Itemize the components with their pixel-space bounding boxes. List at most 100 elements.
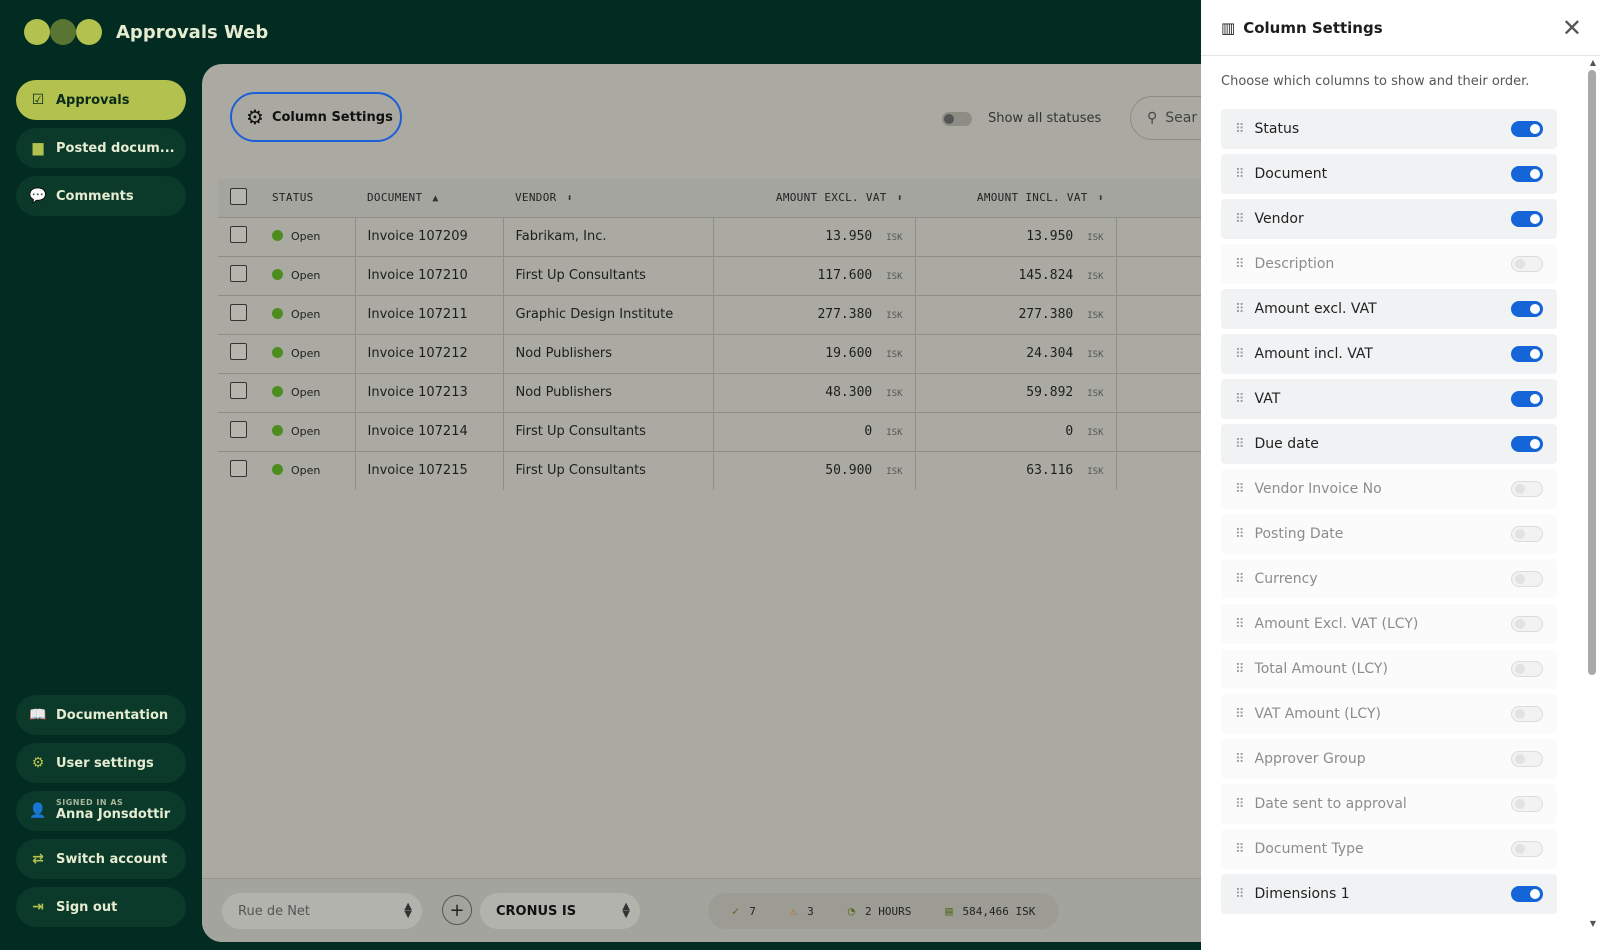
column-setting-row[interactable]: ⠿ Currency: [1221, 559, 1557, 599]
column-setting-row[interactable]: ⠿ Document Type: [1221, 829, 1557, 869]
column-visibility-toggle[interactable]: [1511, 571, 1543, 587]
drag-handle-icon[interactable]: ⠿: [1235, 662, 1244, 677]
scroll-up-icon[interactable]: ▲: [1590, 58, 1596, 67]
document-cell[interactable]: Invoice 107214: [354, 411, 503, 451]
column-visibility-toggle[interactable]: [1511, 751, 1543, 767]
row-checkbox[interactable]: [230, 382, 247, 399]
column-setting-row[interactable]: ⠿ Posting Date: [1221, 514, 1557, 554]
column-visibility-toggle[interactable]: [1511, 661, 1543, 677]
column-visibility-toggle[interactable]: [1511, 841, 1543, 857]
column-visibility-toggle[interactable]: [1511, 706, 1543, 722]
scrollbar[interactable]: [1588, 70, 1596, 675]
drag-handle-icon[interactable]: ⠿: [1235, 527, 1244, 542]
drag-handle-icon[interactable]: ⠿: [1235, 482, 1244, 497]
column-visibility-toggle[interactable]: [1511, 256, 1543, 272]
table-row[interactable]: Open Invoice 107209 Fabrikam, Inc. 13.950 IS…: [218, 216, 1258, 256]
table-row[interactable]: Open Invoice 107210 First Up Consultants 11…: [218, 255, 1258, 295]
row-checkbox[interactable]: [230, 265, 247, 282]
sidebar-item-sign-out[interactable]: ⇥ Sign out: [16, 887, 186, 927]
sidebar-item-switch-account[interactable]: ⇄ Switch account: [16, 839, 186, 879]
row-checkbox[interactable]: [230, 460, 247, 478]
column-visibility-toggle[interactable]: [1511, 886, 1543, 902]
document-cell[interactable]: Invoice 107211: [354, 294, 503, 334]
document-cell[interactable]: Invoice 107215: [354, 450, 503, 490]
column-setting-row[interactable]: ⠿ Amount Excl. VAT (LCY): [1221, 604, 1557, 644]
show-all-statuses-toggle[interactable]: Show all statuses: [942, 111, 1101, 126]
company-select[interactable]: CRONUS IS ▲ ▼: [480, 893, 640, 929]
drag-handle-icon[interactable]: ⠿: [1235, 257, 1244, 272]
column-setting-row[interactable]: ⠿ Amount excl. VAT: [1221, 289, 1557, 329]
column-visibility-toggle[interactable]: [1511, 121, 1543, 137]
sidebar-item-comments[interactable]: 💬 Comments: [16, 176, 186, 216]
sidebar-item-approvals[interactable]: ☑ Approvals: [16, 80, 186, 120]
document-cell[interactable]: Invoice 107210: [354, 255, 503, 295]
column-setting-row[interactable]: ⠿ Description: [1221, 244, 1557, 284]
close-icon[interactable]: ✕: [1562, 14, 1582, 42]
drag-handle-icon[interactable]: ⠿: [1235, 707, 1244, 722]
row-checkbox[interactable]: [230, 304, 247, 321]
column-setting-row[interactable]: ⠿ Dimensions 1: [1221, 874, 1557, 914]
column-setting-row[interactable]: ⠿ Status: [1221, 109, 1557, 149]
header-vendor[interactable]: VENDOR ⬍: [503, 179, 713, 217]
table-row[interactable]: Open Invoice 107211 Graphic Design Institu…: [218, 294, 1258, 334]
sidebar-item-posted-documents[interactable]: ▆ Posted docum...: [16, 128, 186, 168]
select-all-checkbox[interactable]: [230, 187, 247, 205]
column-setting-row[interactable]: ⠿ Vendor: [1221, 199, 1557, 239]
column-setting-row[interactable]: ⠿ Approver Group: [1221, 739, 1557, 779]
document-cell[interactable]: Invoice 107209: [354, 216, 503, 256]
drag-handle-icon[interactable]: ⠿: [1235, 617, 1244, 632]
column-setting-row[interactable]: ⠿ Date sent to approval: [1221, 784, 1557, 824]
column-visibility-toggle[interactable]: [1511, 481, 1543, 497]
drag-handle-icon[interactable]: ⠿: [1235, 302, 1244, 317]
column-setting-row[interactable]: ⠿ Vendor Invoice No: [1221, 469, 1557, 509]
drag-handle-icon[interactable]: ⠿: [1235, 572, 1244, 587]
table-row[interactable]: Open Invoice 107213 Nod Publishers 48.300 IS…: [218, 372, 1258, 412]
column-setting-row[interactable]: ⠿ VAT: [1221, 379, 1557, 419]
column-setting-row[interactable]: ⠿ VAT Amount (LCY): [1221, 694, 1557, 734]
column-visibility-toggle[interactable]: [1511, 796, 1543, 812]
row-checkbox[interactable]: [230, 226, 247, 243]
column-visibility-toggle[interactable]: [1511, 616, 1543, 632]
column-visibility-toggle[interactable]: [1511, 166, 1543, 182]
add-environment-button[interactable]: +: [442, 895, 472, 925]
drag-handle-icon[interactable]: ⠿: [1235, 887, 1244, 902]
header-amount-excl-vat[interactable]: AMOUNT EXCL. VAT ⬍: [713, 179, 915, 217]
drag-handle-icon[interactable]: ⠿: [1235, 392, 1244, 407]
row-checkbox[interactable]: [230, 421, 247, 438]
drag-handle-icon[interactable]: ⠿: [1235, 122, 1244, 137]
column-visibility-toggle[interactable]: [1511, 436, 1543, 452]
column-setting-row[interactable]: ⠿ Document: [1221, 154, 1557, 194]
document-cell[interactable]: Invoice 107213: [354, 372, 503, 412]
table-row[interactable]: Open Invoice 107212 Nod Publishers 19.600 IS…: [218, 333, 1258, 373]
status-cell: Open: [260, 333, 355, 373]
drag-handle-icon[interactable]: ⠿: [1235, 797, 1244, 812]
sidebar-item-signed-in[interactable]: 👤 SIGNED IN AS Anna Jonsdottir: [16, 791, 186, 831]
column-settings-button[interactable]: ⚙ Column Settings: [230, 92, 402, 142]
column-visibility-toggle[interactable]: [1511, 391, 1543, 407]
column-setting-row[interactable]: ⠿ Amount incl. VAT: [1221, 334, 1557, 374]
drag-handle-icon[interactable]: ⠿: [1235, 752, 1244, 767]
drag-handle-icon[interactable]: ⠿: [1235, 167, 1244, 182]
header-document[interactable]: DOCUMENT ▲: [355, 179, 503, 217]
sidebar-item-documentation[interactable]: 📖 Documentation: [16, 695, 186, 735]
environment-select[interactable]: Rue de Net ▲ ▼: [222, 893, 422, 929]
column-visibility-toggle[interactable]: [1511, 301, 1543, 317]
column-visibility-toggle[interactable]: [1511, 526, 1543, 542]
drag-handle-icon[interactable]: ⠿: [1235, 437, 1244, 452]
table-row[interactable]: Open Invoice 107215 First Up Consultants 50…: [218, 450, 1258, 490]
column-visibility-toggle[interactable]: [1511, 346, 1543, 362]
row-checkbox[interactable]: [230, 343, 247, 360]
column-setting-row[interactable]: ⠿ Total Amount (LCY): [1221, 649, 1557, 689]
header-amount-incl-vat[interactable]: AMOUNT INCL. VAT ⬍: [915, 179, 1116, 217]
table-row[interactable]: Open Invoice 107214 First Up Consultants 0 I…: [218, 411, 1258, 451]
sidebar-item-user-settings[interactable]: ⚙ User settings: [16, 743, 186, 783]
drag-handle-icon[interactable]: ⠿: [1235, 347, 1244, 362]
toggle-switch[interactable]: [942, 111, 972, 126]
document-cell[interactable]: Invoice 107212: [354, 333, 503, 373]
header-status[interactable]: STATUS: [260, 179, 355, 217]
column-visibility-toggle[interactable]: [1511, 211, 1543, 227]
drag-handle-icon[interactable]: ⠿: [1235, 842, 1244, 857]
scroll-down-icon[interactable]: ▼: [1590, 919, 1596, 928]
column-setting-row[interactable]: ⠿ Due date: [1221, 424, 1557, 464]
drag-handle-icon[interactable]: ⠿: [1235, 212, 1244, 227]
